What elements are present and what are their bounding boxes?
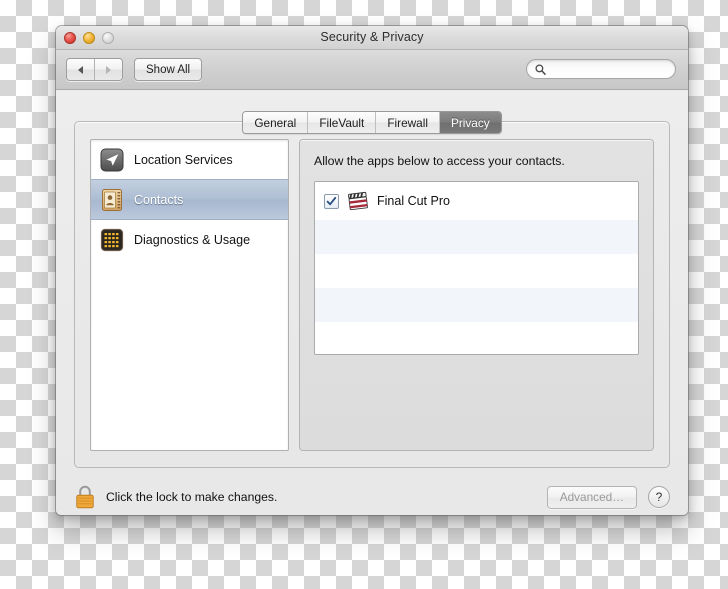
checkmark-icon	[326, 196, 337, 205]
app-allow-checkbox[interactable]	[324, 193, 339, 209]
sidebar-item-diagnostics-usage[interactable]: Diagnostics & Usage	[91, 220, 288, 259]
tab-privacy-label: Privacy	[450, 115, 490, 130]
app-name-label: Final Cut Pro	[377, 194, 450, 208]
tab-filevault[interactable]: FileVault	[307, 112, 376, 133]
allowed-apps-list[interactable]: Final Cut Pro	[314, 181, 639, 355]
advanced-button-label: Advanced…	[559, 490, 624, 504]
help-button[interactable]: ?	[648, 486, 670, 508]
sidebar-item-contacts[interactable]: Contacts	[91, 179, 288, 220]
tab-general-label: General	[254, 115, 297, 130]
privacy-category-list[interactable]: Location Services Contacts Diagnostics &…	[90, 139, 289, 451]
app-list-empty-row	[315, 288, 638, 322]
search-input[interactable]	[550, 62, 667, 76]
help-button-label: ?	[655, 490, 663, 504]
back-button[interactable]	[67, 59, 94, 80]
tab-general[interactable]: General	[243, 112, 308, 133]
address-book-icon	[102, 188, 122, 211]
forward-button[interactable]	[94, 59, 122, 80]
advanced-button[interactable]: Advanced…	[546, 485, 637, 509]
tab-firewall[interactable]: Firewall	[375, 112, 439, 133]
app-list-empty-row	[315, 322, 638, 354]
app-list-row[interactable]: Final Cut Pro	[315, 182, 638, 220]
chevron-right-icon	[106, 65, 111, 74]
location-arrow-icon	[100, 148, 124, 171]
window-body: General FileVault Firewall Privacy Locat…	[56, 90, 688, 515]
sidebar-item-diagnostics-usage-label: Diagnostics & Usage	[134, 232, 251, 247]
lock-hint-label: Click the lock to make changes.	[106, 490, 278, 504]
contacts-access-pane: Allow the apps below to access your cont…	[299, 139, 654, 451]
security-privacy-window: Security & Privacy Show All General File…	[56, 26, 688, 515]
tab-privacy[interactable]: Privacy	[438, 112, 501, 133]
preferences-toolbar: Show All	[56, 50, 688, 90]
clapperboard-icon	[348, 191, 368, 211]
preferences-footer: Click the lock to make changes. Advanced…	[74, 480, 670, 514]
window-title: Security & Privacy	[320, 30, 424, 44]
sidebar-item-contacts-label: Contacts	[134, 192, 184, 207]
chevron-left-icon	[78, 65, 83, 74]
window-titlebar[interactable]: Security & Privacy	[56, 26, 688, 50]
preference-tab-bar: General FileVault Firewall Privacy	[56, 111, 688, 134]
show-all-button[interactable]: Show All	[134, 58, 203, 81]
search-icon	[535, 63, 546, 75]
privacy-panel: Location Services Contacts Diagnostics &…	[74, 121, 670, 468]
search-field[interactable]	[526, 59, 676, 79]
sidebar-item-location-services-label: Location Services	[134, 152, 233, 167]
tab-firewall-label: Firewall	[387, 115, 428, 130]
closed-padlock-icon[interactable]	[74, 484, 96, 510]
tab-filevault-label: FileVault	[319, 115, 365, 130]
show-all-label: Show All	[146, 63, 191, 76]
diagnostics-console-icon	[100, 228, 124, 251]
app-list-empty-row	[315, 254, 638, 288]
navigation-segmented-control	[66, 58, 123, 81]
app-list-empty-row	[315, 220, 638, 254]
pane-description: Allow the apps below to access your cont…	[314, 154, 565, 168]
sidebar-item-location-services[interactable]: Location Services	[91, 140, 288, 179]
